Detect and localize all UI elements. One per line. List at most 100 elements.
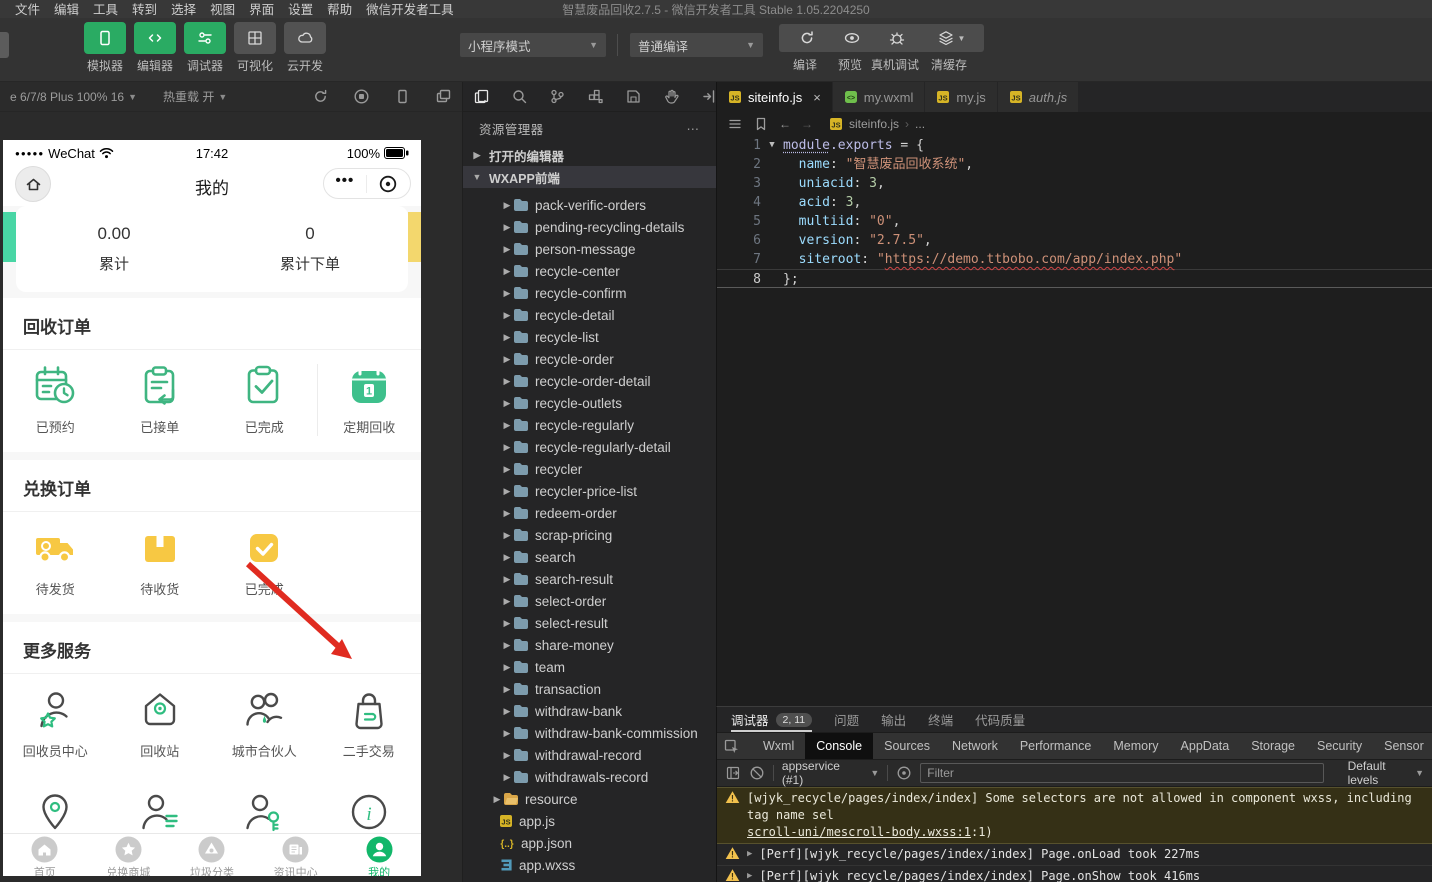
project-root-folder[interactable]: ▼ WXAPP前端 [463, 166, 716, 188]
stat-orders[interactable]: 0 累计下单 [212, 206, 408, 292]
extensions-icon[interactable] [587, 88, 604, 105]
explorer-folder[interactable]: ▶ withdraw-bank-commission [463, 722, 716, 744]
live-expression-icon[interactable] [896, 765, 912, 781]
home-button[interactable] [15, 166, 51, 202]
explorer-folder[interactable]: ▶ share-money [463, 634, 716, 656]
toolbar-清缓存-button[interactable]: ▼ 清缓存 [918, 24, 980, 73]
devtools-tab-AppData[interactable]: AppData [1170, 733, 1241, 759]
menu-item[interactable]: 设置 [281, 3, 320, 17]
console-warning[interactable]: ! [wjyk_recycle/pages/index/index] Some … [717, 787, 1432, 844]
open-editors-section[interactable]: ▶ 打开的编辑器 [463, 144, 716, 166]
service-item-待发货[interactable]: 待发货 [3, 526, 108, 598]
debugger-tab-调试器[interactable]: 调试器 2, 11 [731, 707, 812, 732]
devtools-tab-Performance[interactable]: Performance [1009, 733, 1103, 759]
console-warning[interactable]: ! ▶[Perf][wjyk_recycle/pages/index/index… [717, 866, 1432, 882]
search-icon[interactable] [511, 88, 528, 105]
outline-list-icon[interactable] [727, 116, 743, 132]
devtools-tab-Memory[interactable]: Memory [1102, 733, 1169, 759]
debugger-tab-问题[interactable]: 问题 [834, 707, 859, 732]
rotate-device-icon[interactable] [312, 88, 329, 105]
explorer-folder[interactable]: ▶ recycle-detail [463, 304, 716, 326]
toolbar-模拟器-button[interactable]: 模拟器 [80, 22, 130, 74]
explorer-folder[interactable]: ▶ recycler [463, 458, 716, 480]
service-item-回收员中心[interactable]: 回收员中心 [3, 688, 108, 760]
exit-miniprogram-button[interactable] [378, 174, 398, 194]
stat-total[interactable]: 0.00 累计 [16, 206, 212, 292]
collapse-sidebar-icon[interactable] [701, 88, 716, 105]
menu-item[interactable]: 转到 [125, 3, 164, 17]
toolbar-调试器-button[interactable]: 调试器 [180, 22, 230, 74]
editor-tab-auth.js[interactable]: JSauth.js [998, 82, 1079, 112]
file-save-icon[interactable] [625, 88, 642, 105]
service-item-待收货[interactable]: 待收货 [108, 526, 213, 598]
device-select[interactable]: e 6/7/8 Plus 100% 16 ▼ [10, 90, 137, 104]
toolbar-云开发-button[interactable]: 云开发 [280, 22, 330, 74]
explorer-folder[interactable]: ▶ recycle-regularly [463, 414, 716, 436]
breadcrumb[interactable]: JS siteinfo.js › ... [829, 117, 925, 131]
service-item-回收站[interactable]: 回收站 [108, 688, 213, 760]
explorer-file[interactable]: JS app.js [463, 810, 716, 832]
explorer-folder[interactable]: ▶ transaction [463, 678, 716, 700]
clear-console-icon[interactable] [749, 765, 765, 781]
tab-资讯中心[interactable]: 资讯中心 [254, 834, 338, 876]
context-select[interactable]: appservice (#1) ▼ [782, 759, 879, 787]
service-item-已完成[interactable]: 已完成 [212, 526, 317, 598]
debugger-tab-输出[interactable]: 输出 [881, 707, 906, 732]
explorer-folder[interactable]: ▶ recycle-confirm [463, 282, 716, 304]
hot-reload-toggle[interactable]: 热重载 开 ▼ [163, 88, 227, 105]
tab-兑换商城[interactable]: 兑换商城 [87, 834, 171, 876]
service-item-定期回收[interactable]: 1定期回收 [317, 364, 422, 436]
code-area[interactable]: 1 ▼ module.exports = { 2 name: "智慧废品回收系统… [717, 136, 1432, 288]
tab-垃圾分类[interactable]: 垃圾分类 [170, 834, 254, 876]
devtools-tab-Storage[interactable]: Storage [1240, 733, 1306, 759]
nav-forward-icon[interactable]: → [801, 117, 813, 131]
explorer-folder[interactable]: ▶ person-message [463, 238, 716, 260]
service-item-二手交易[interactable]: 二手交易 [317, 688, 422, 760]
multi-window-icon[interactable] [435, 88, 452, 105]
explorer-folder[interactable]: ▶ recycle-order-detail [463, 370, 716, 392]
toolbar-编辑器-button[interactable]: 编辑器 [130, 22, 180, 74]
explorer-folder[interactable]: ▶ scrap-pricing [463, 524, 716, 546]
toolbar-真机调试-button[interactable]: 真机调试 [868, 24, 922, 73]
record-icon[interactable] [353, 88, 370, 105]
explorer-folder[interactable]: ▶ withdrawal-record [463, 744, 716, 766]
tab-我的[interactable]: 我的 [337, 834, 421, 876]
user-avatar[interactable] [0, 32, 9, 58]
source-link[interactable]: scroll-uni/mescroll-body.wxss:1 [747, 825, 971, 839]
explorer-folder[interactable]: ▶ recycle-center [463, 260, 716, 282]
explorer-folder[interactable]: ▶ recycle-list [463, 326, 716, 348]
menu-item[interactable]: 选择 [164, 3, 203, 17]
source-control-icon[interactable] [549, 88, 566, 105]
explorer-folder[interactable]: ▶ pack-verific-orders [463, 194, 716, 216]
explorer-folder[interactable]: ▶ recycle-regularly-detail [463, 436, 716, 458]
explorer-folder[interactable]: ▶ recycle-outlets [463, 392, 716, 414]
explorer-folder[interactable]: ▶ team [463, 656, 716, 678]
devtools-tab-Sensor[interactable]: Sensor [1373, 733, 1432, 759]
service-item-已预约[interactable]: 已预约 [3, 364, 108, 436]
close-icon[interactable]: × [813, 90, 821, 105]
mode-select[interactable]: 小程序模式 ▼ [460, 33, 606, 57]
explorer-folder[interactable]: ▶ resource [463, 788, 716, 810]
explorer-folder[interactable]: ▶ redeem-order [463, 502, 716, 524]
explorer-folder[interactable]: ▶ pending-recycling-details [463, 216, 716, 238]
tab-首页[interactable]: 首页 [3, 834, 87, 876]
menu-item[interactable]: 微信开发者工具 [359, 3, 461, 17]
toolbar-可视化-button[interactable]: 可视化 [230, 22, 280, 74]
console-warning[interactable]: ! ▶[Perf][wjyk_recycle/pages/index/index… [717, 844, 1432, 866]
expand-icon[interactable]: ▶ [747, 868, 752, 882]
editor-tab-siteinfo.js[interactable]: JSsiteinfo.js × [717, 82, 833, 112]
debugger-tab-终端[interactable]: 终端 [928, 707, 953, 732]
editor-tab-my.wxml[interactable]: <>my.wxml [833, 82, 926, 112]
explorer-file[interactable]: {..} app.json [463, 832, 716, 854]
editor-tab-my.js[interactable]: JSmy.js [925, 82, 997, 112]
explorer-folder[interactable]: ▶ select-result [463, 612, 716, 634]
devtools-tab-Wxml[interactable]: Wxml [752, 733, 805, 759]
explorer-folder[interactable]: ▶ withdraw-bank [463, 700, 716, 722]
menu-item[interactable]: 帮助 [320, 3, 359, 17]
expand-icon[interactable]: ▶ [747, 846, 752, 863]
more-menu-button[interactable]: ••• [336, 181, 355, 187]
compile-mode-select[interactable]: 普通编译 ▼ [630, 33, 763, 57]
more-actions-icon[interactable]: ⋯ [687, 121, 701, 136]
devtools-tab-Sources[interactable]: Sources [873, 733, 941, 759]
menu-item[interactable]: 编辑 [47, 3, 86, 17]
